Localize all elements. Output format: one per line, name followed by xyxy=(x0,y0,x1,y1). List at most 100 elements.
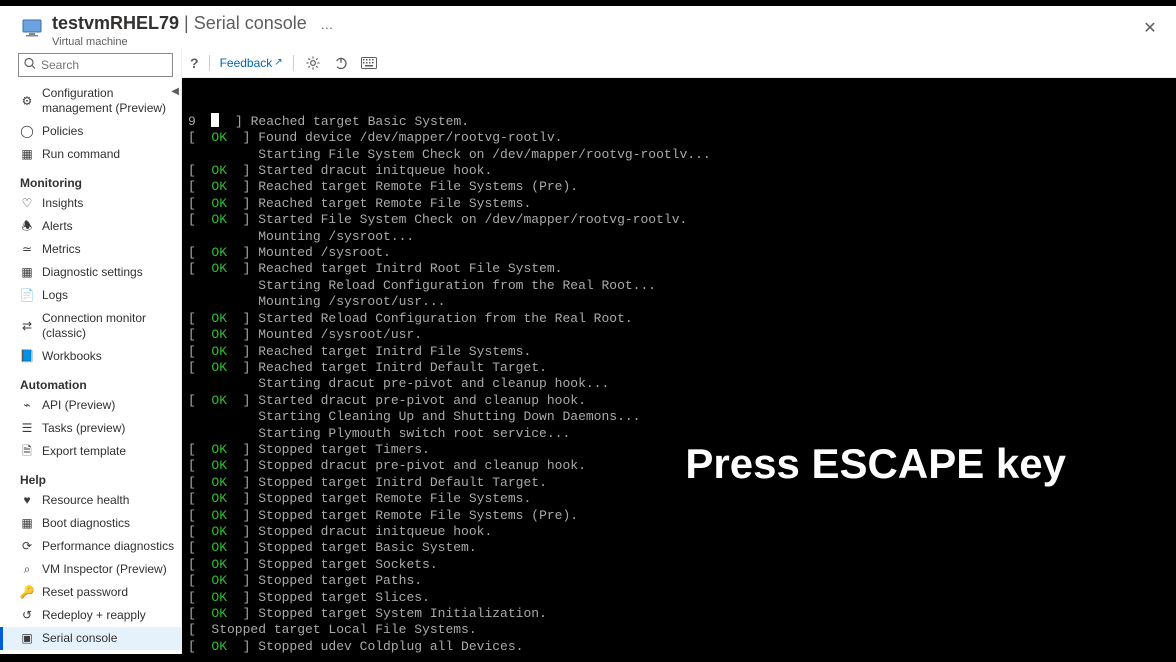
sidebar-item-label: Resource health xyxy=(42,493,129,508)
sidebar-item-api[interactable]: ⌁ API (Preview) xyxy=(0,394,181,417)
sidebar-item-workbooks[interactable]: 📘 Workbooks xyxy=(0,345,181,368)
sidebar-item-label: Diagnostic settings xyxy=(42,265,143,280)
feedback-label: Feedback xyxy=(220,56,273,70)
alerts-icon: 🕭 xyxy=(20,220,34,234)
sidebar-item-redeploy[interactable]: ↺Redeploy + reapply xyxy=(0,604,181,627)
serial-console-output[interactable]: 9 ] Reached target Basic System.[ OK ] F… xyxy=(182,78,1176,654)
console-line: [ OK ] Started File System Check on /dev… xyxy=(188,212,1170,228)
vm-icon xyxy=(20,16,44,40)
console-line: [ OK ] Stopped target Remote File System… xyxy=(188,508,1170,524)
toolbar: ? Feedback ↗ xyxy=(182,48,1176,78)
window-bottombar xyxy=(0,654,1176,662)
vm-inspect-icon: ⌕ xyxy=(20,563,34,577)
sidebar-item-logs[interactable]: 📄Logs xyxy=(0,284,181,307)
sidebar-item-serial[interactable]: ▣ Serial console xyxy=(0,627,181,650)
help-button[interactable]: ? xyxy=(190,55,199,71)
sidebar-item-config-mgmt[interactable]: ⚙Configuration management (Preview) xyxy=(0,82,181,120)
sidebar-item-metrics[interactable]: ≃ Metrics xyxy=(0,238,181,261)
nav-list: ⚙Configuration management (Preview)◯Poli… xyxy=(0,82,181,654)
blade-title-sep: | xyxy=(179,13,194,33)
console-line: [ OK ] Stopped target System Initializat… xyxy=(188,606,1170,622)
sidebar-item-conn-mon[interactable]: ⇄ Connection monitor (classic) xyxy=(0,307,181,345)
sidebar-item-label: Workbooks xyxy=(42,349,102,364)
ellipsis-icon[interactable]: … xyxy=(320,17,333,32)
sidebar-item-vm-inspect[interactable]: ⌕VM Inspector (Preview) xyxy=(0,558,181,581)
reset-pwd-icon: 🔑 xyxy=(20,586,34,600)
console-line: [ OK ] Stopped target Slices. xyxy=(188,590,1170,606)
serial-icon: ▣ xyxy=(20,632,34,646)
blade-header: testvmRHEL79 | Serial console … Virtual … xyxy=(0,6,1176,48)
nav-group-header: Help xyxy=(0,463,181,489)
sidebar-item-label: Metrics xyxy=(42,242,81,257)
blade-subtitle: Virtual machine xyxy=(52,36,1136,48)
sidebar-item-label: Policies xyxy=(42,124,83,139)
feedback-link[interactable]: Feedback ↗ xyxy=(220,56,283,70)
console-line: [ OK ] Stopped target Remote File System… xyxy=(188,491,1170,507)
sidebar-item-label: Connection monitor (classic) xyxy=(42,311,175,341)
sidebar-item-label: Serial console xyxy=(42,631,117,646)
perf-diag-icon: ⟳ xyxy=(20,540,34,554)
console-line: Mounting /sysroot... xyxy=(188,229,1170,245)
sidebar-item-label: Insights xyxy=(42,196,83,211)
console-line: [ OK ] Reached target Initrd Root File S… xyxy=(188,261,1170,277)
conn-mon-icon: ⇄ xyxy=(20,319,34,333)
main-pane: ? Feedback ↗ 9 ] Reached target Basic Sy… xyxy=(182,48,1176,654)
console-line: [ OK ] Started dracut initqueue hook. xyxy=(188,163,1170,179)
sidebar-item-label: Reset password xyxy=(42,585,128,600)
console-line: [ OK ] Reached target Remote File System… xyxy=(188,196,1170,212)
api-icon: ⌁ xyxy=(20,399,34,413)
sidebar-item-label: Redeploy + reapply xyxy=(42,608,146,623)
console-line: [ OK ] Mounted /sysroot. xyxy=(188,245,1170,261)
logs-icon: 📄 xyxy=(20,289,34,303)
nav-group-header: Automation xyxy=(0,368,181,394)
sidebar-item-label: Performance diagnostics xyxy=(42,539,174,554)
sidebar-item-diag-set[interactable]: ▦ Diagnostic settings xyxy=(0,261,181,284)
console-line: Starting Reload Configuration from the R… xyxy=(188,278,1170,294)
sidebar-item-tasks[interactable]: ☰Tasks (preview) xyxy=(0,417,181,440)
sidebar-item-insights[interactable]: ♡Insights xyxy=(0,192,181,215)
sidebar-item-label: Alerts xyxy=(42,219,73,234)
sidebar: ◀ ⚙Configuration management (Preview)◯Po… xyxy=(0,48,182,654)
search-input[interactable] xyxy=(18,53,173,77)
console-line: [ OK ] Stopped target Basic System. xyxy=(188,540,1170,556)
console-line: [ OK ] Started dracut pre-pivot and clea… xyxy=(188,393,1170,409)
sidebar-item-res-health[interactable]: ♥ Resource health xyxy=(0,489,181,512)
metrics-icon: ≃ xyxy=(20,243,34,257)
console-line: [ OK ] Stopped dracut initqueue hook. xyxy=(188,524,1170,540)
power-icon[interactable] xyxy=(332,54,350,72)
sidebar-item-label: Boot diagnostics xyxy=(42,516,130,531)
diag-set-icon: ▦ xyxy=(20,266,34,280)
sidebar-item-run-cmd[interactable]: ▦ Run command xyxy=(0,143,181,166)
console-line: [ OK ] Reached target Initrd File System… xyxy=(188,344,1170,360)
res-health-icon: ♥ xyxy=(20,494,34,508)
console-line: [ OK ] Stopped udev Coldplug all Devices… xyxy=(188,639,1170,654)
sidebar-item-perf-diag[interactable]: ⟳ Performance diagnostics xyxy=(0,535,181,558)
cursor-icon xyxy=(211,113,219,127)
workbooks-icon: 📘 xyxy=(20,350,34,364)
console-line: [ OK ] Started Reload Configuration from… xyxy=(188,311,1170,327)
console-line: [ OK ] Found device /dev/mapper/rootvg-r… xyxy=(188,130,1170,146)
sidebar-item-export[interactable]: 🗎Export template xyxy=(0,440,181,463)
close-button[interactable]: ✕ xyxy=(1136,14,1164,42)
keyboard-icon[interactable] xyxy=(360,54,378,72)
sidebar-item-policies[interactable]: ◯Policies xyxy=(0,120,181,143)
sidebar-item-label: API (Preview) xyxy=(42,398,115,413)
blade-title-sub: Serial console xyxy=(194,13,307,33)
console-line: [ OK ] Stopped target Sockets. xyxy=(188,557,1170,573)
settings-gear-icon[interactable] xyxy=(304,54,322,72)
sidebar-item-boot-diag[interactable]: ▦Boot diagnostics xyxy=(0,512,181,535)
console-line: Starting Cleaning Up and Shutting Down D… xyxy=(188,409,1170,425)
sidebar-item-alerts[interactable]: 🕭 Alerts xyxy=(0,215,181,238)
overlay-instruction: Press ESCAPE key xyxy=(685,456,1066,472)
console-line: [ OK ] Reached target Remote File System… xyxy=(188,179,1170,195)
run-cmd-icon: ▦ xyxy=(20,148,34,162)
external-link-icon: ↗ xyxy=(274,57,282,68)
sidebar-item-label: Configuration management (Preview) xyxy=(42,86,175,116)
sidebar-item-label: Run command xyxy=(42,147,120,162)
sidebar-item-reset-pwd[interactable]: 🔑 Reset password xyxy=(0,581,181,604)
console-line: 9 ] Reached target Basic System. xyxy=(188,113,1170,130)
console-line: Starting File System Check on /dev/mappe… xyxy=(188,147,1170,163)
console-line: Starting dracut pre-pivot and cleanup ho… xyxy=(188,376,1170,392)
console-line: [ OK ] Stopped target Paths. xyxy=(188,573,1170,589)
console-line: Mounting /sysroot/usr... xyxy=(188,294,1170,310)
